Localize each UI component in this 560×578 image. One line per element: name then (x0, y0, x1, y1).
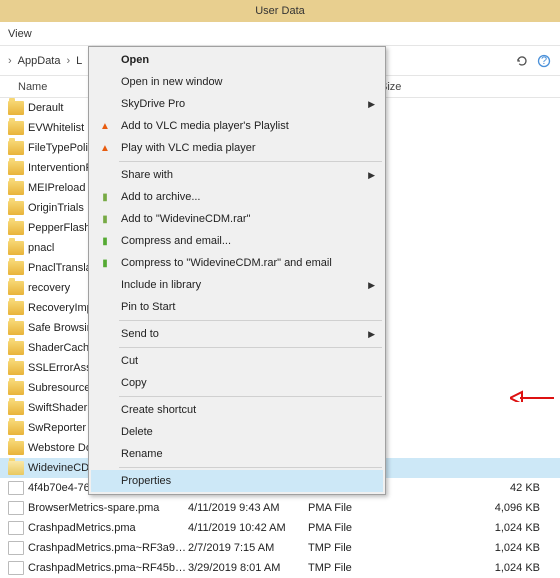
folder-icon (8, 361, 24, 375)
help-icon[interactable]: ? (536, 53, 552, 69)
cell-size: 1,024 KB (388, 522, 560, 534)
folder-icon (8, 301, 24, 315)
chevron-right-icon: › (8, 55, 12, 67)
folder-icon (8, 101, 24, 115)
separator (119, 161, 382, 162)
ctx-compress-rar-email[interactable]: ▮Compress to "WidevineCDM.rar" and email (91, 252, 383, 274)
folder-icon (8, 381, 24, 395)
separator (119, 467, 382, 468)
cell-date: 2/7/2019 7:15 AM (188, 542, 308, 554)
file-icon (8, 501, 24, 515)
vlc-icon: ▲ (97, 140, 113, 156)
cell-date: 3/29/2019 8:01 AM (188, 562, 308, 574)
folder-icon (8, 161, 24, 175)
table-row[interactable]: CrashpadMetrics.pma4/11/2019 10:42 AMPMA… (0, 518, 560, 538)
file-icon (8, 481, 24, 495)
refresh-dropdown-icon[interactable] (514, 53, 530, 69)
table-row[interactable]: CrashpadMetrics.pma~RF3a99e94.TMP2/7/201… (0, 538, 560, 558)
ctx-cut[interactable]: Cut (91, 350, 383, 372)
submenu-arrow-icon: ▶ (368, 280, 375, 291)
window-title: User Data (255, 5, 305, 17)
ctx-share-with[interactable]: Share with▶ (91, 164, 383, 186)
archive-email-icon: ▮ (97, 255, 113, 271)
ctx-compress-email[interactable]: ▮Compress and email... (91, 230, 383, 252)
cell-size: 4,096 KB (388, 502, 560, 514)
archive-icon: ▮ (97, 189, 113, 205)
ctx-vlc-add-playlist[interactable]: ▲Add to VLC media player's Playlist (91, 115, 383, 137)
folder-icon (8, 181, 24, 195)
cell-date: 4/11/2019 9:43 AM (188, 502, 308, 514)
ctx-add-archive[interactable]: ▮Add to archive... (91, 186, 383, 208)
submenu-arrow-icon: ▶ (368, 329, 375, 340)
ctx-send-to[interactable]: Send to▶ (91, 323, 383, 345)
breadcrumb-seg[interactable]: L (76, 55, 82, 67)
folder-icon (8, 141, 24, 155)
folder-icon (8, 441, 24, 455)
folder-icon (8, 241, 24, 255)
file-icon (8, 541, 24, 555)
folder-icon (8, 401, 24, 415)
cell-size: 1,024 KB (388, 562, 560, 574)
table-row[interactable]: CrashpadMetrics.pma~RF45b5479.TMP3/29/20… (0, 558, 560, 578)
folder-icon (8, 421, 24, 435)
ctx-create-shortcut[interactable]: Create shortcut (91, 399, 383, 421)
folder-icon (8, 221, 24, 235)
archive-email-icon: ▮ (97, 233, 113, 249)
file-icon (8, 561, 24, 575)
vlc-icon: ▲ (97, 118, 113, 134)
archive-icon: ▮ (97, 211, 113, 227)
ctx-rename[interactable]: Rename (91, 443, 383, 465)
cell-type: PMA File (308, 522, 388, 534)
cell-name: CrashpadMetrics.pma~RF45b5479.TMP (28, 562, 188, 574)
cell-size: 42 KB (388, 482, 560, 494)
ctx-skydrive-pro[interactable]: SkyDrive Pro▶ (91, 93, 383, 115)
cell-name: BrowserMetrics-spare.pma (28, 502, 188, 514)
folder-icon (8, 281, 24, 295)
folder-icon (8, 461, 24, 475)
separator (119, 320, 382, 321)
cell-type: TMP File (308, 562, 388, 574)
cell-name: CrashpadMetrics.pma (28, 522, 188, 534)
folder-icon (8, 121, 24, 135)
column-size[interactable]: Size (380, 81, 560, 93)
ctx-properties[interactable]: Properties (91, 470, 383, 492)
menubar: View (0, 22, 560, 46)
svg-text:?: ? (541, 55, 547, 67)
cell-type: PMA File (308, 502, 388, 514)
ctx-vlc-play[interactable]: ▲Play with VLC media player (91, 137, 383, 159)
ctx-open[interactable]: Open (91, 49, 383, 71)
breadcrumb-seg[interactable]: AppData (18, 55, 61, 67)
separator (119, 347, 382, 348)
ctx-add-rar[interactable]: ▮Add to "WidevineCDM.rar" (91, 208, 383, 230)
folder-icon (8, 261, 24, 275)
cell-type: TMP File (308, 542, 388, 554)
ctx-delete[interactable]: Delete (91, 421, 383, 443)
folder-icon (8, 341, 24, 355)
ctx-pin-start[interactable]: Pin to Start (91, 296, 383, 318)
menu-view[interactable]: View (8, 28, 32, 40)
cell-name: CrashpadMetrics.pma~RF3a99e94.TMP (28, 542, 188, 554)
cell-date: 4/11/2019 10:42 AM (188, 522, 308, 534)
ctx-open-new-window[interactable]: Open in new window (91, 71, 383, 93)
window-titlebar: User Data (0, 0, 560, 22)
submenu-arrow-icon: ▶ (368, 99, 375, 110)
breadcrumb[interactable]: › AppData › L (8, 55, 82, 67)
context-menu: Open Open in new window SkyDrive Pro▶ ▲A… (88, 46, 386, 495)
cell-size: 1,024 KB (388, 542, 560, 554)
submenu-arrow-icon: ▶ (368, 170, 375, 181)
separator (119, 396, 382, 397)
ctx-include-library[interactable]: Include in library▶ (91, 274, 383, 296)
ctx-copy[interactable]: Copy (91, 372, 383, 394)
table-row[interactable]: BrowserMetrics-spare.pma4/11/2019 9:43 A… (0, 498, 560, 518)
file-icon (8, 521, 24, 535)
chevron-right-icon: › (66, 55, 70, 67)
folder-icon (8, 201, 24, 215)
folder-icon (8, 321, 24, 335)
